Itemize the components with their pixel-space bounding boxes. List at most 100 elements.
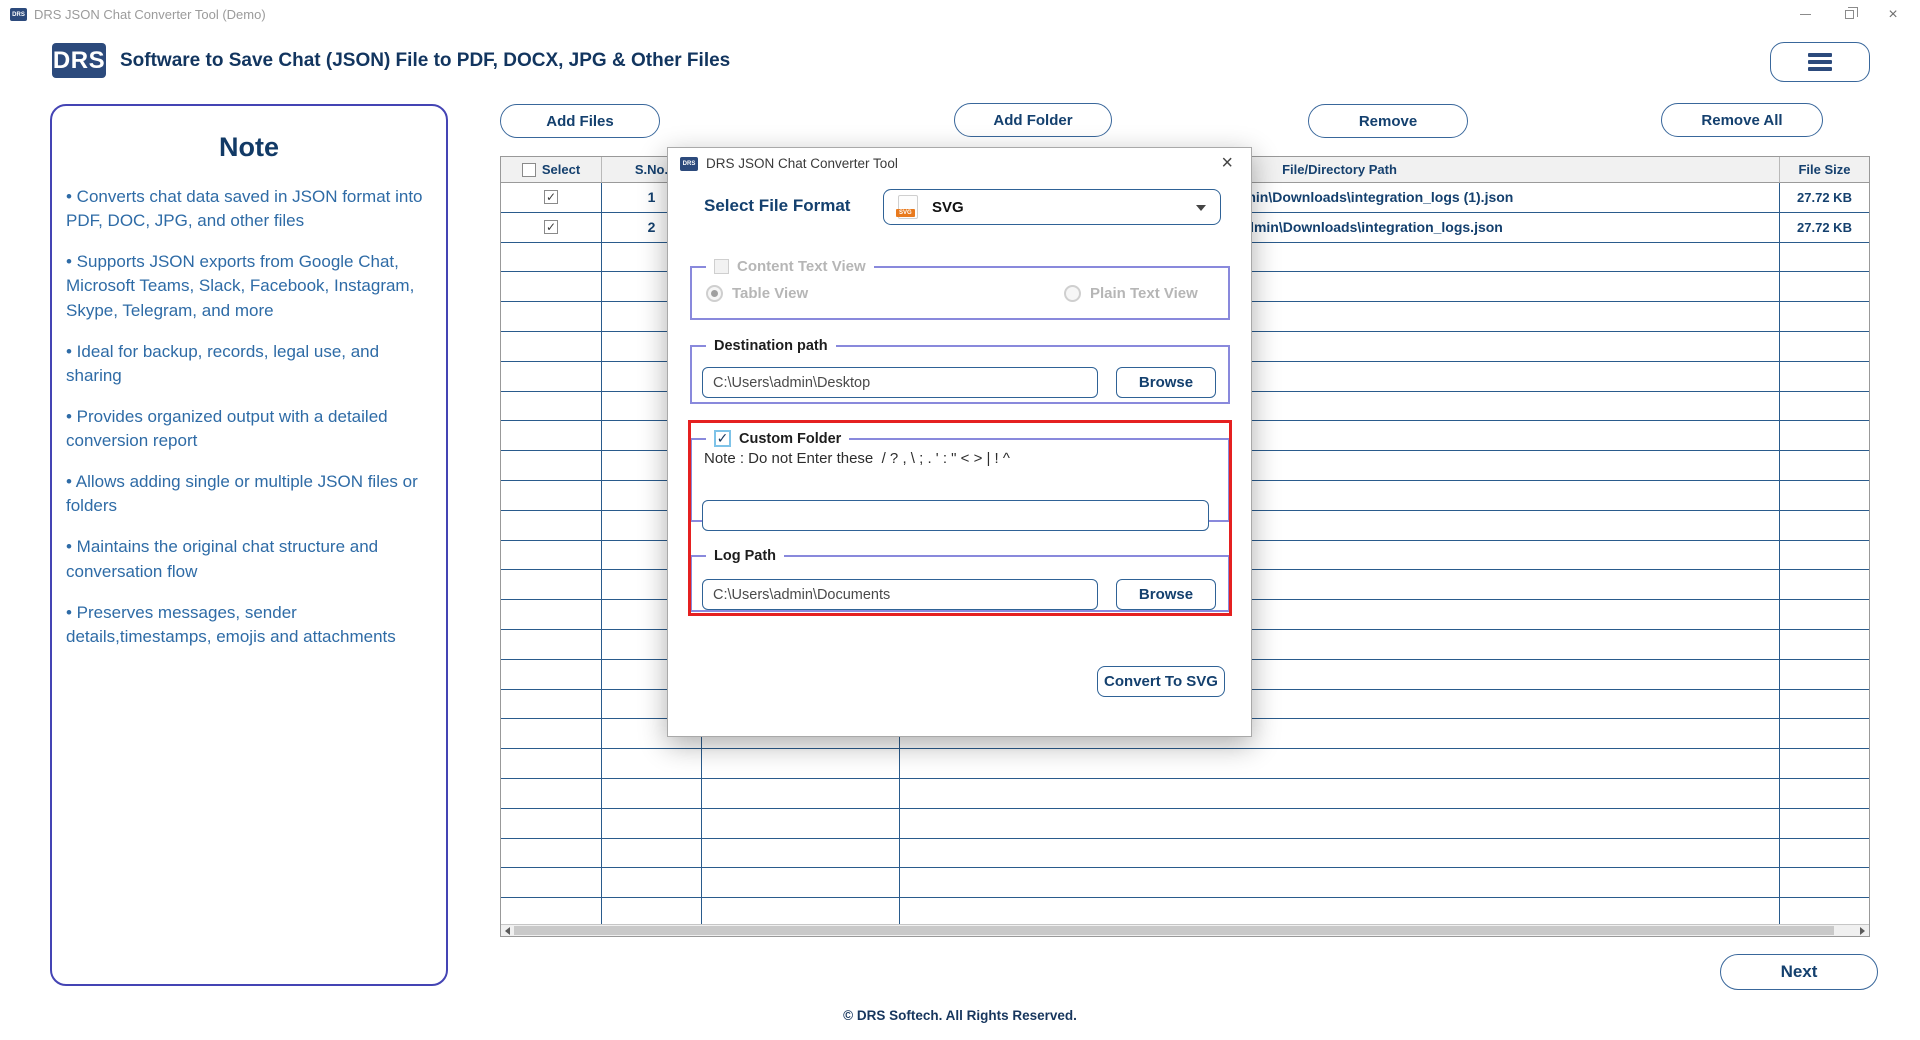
row-size bbox=[1780, 660, 1869, 690]
row-sno bbox=[602, 809, 702, 839]
row-size bbox=[1780, 719, 1869, 749]
close-icon: × bbox=[1888, 7, 1897, 23]
note-title: Note bbox=[66, 132, 432, 163]
note-item: • Converts chat data saved in JSON forma… bbox=[66, 185, 432, 233]
note-list: • Converts chat data saved in JSON forma… bbox=[66, 185, 432, 649]
log-path-input[interactable] bbox=[702, 579, 1098, 610]
destination-browse-button[interactable]: Browse bbox=[1116, 367, 1216, 398]
content-text-view-checkbox[interactable] bbox=[714, 259, 729, 274]
row-select-cell[interactable] bbox=[501, 272, 602, 302]
restore-button[interactable] bbox=[1828, 0, 1870, 29]
row-size bbox=[1780, 630, 1869, 660]
row-select-cell[interactable] bbox=[501, 749, 602, 779]
row-size bbox=[1780, 332, 1869, 362]
page-title: Software to Save Chat (JSON) File to PDF… bbox=[120, 50, 730, 72]
row-select-cell[interactable] bbox=[501, 332, 602, 362]
content-text-view-label: Content Text View bbox=[737, 258, 866, 275]
window-titlebar: DRS DRS JSON Chat Converter Tool (Demo) … bbox=[0, 0, 1920, 30]
table-row[interactable] bbox=[501, 749, 1869, 779]
dialog-close-button[interactable]: × bbox=[1215, 152, 1239, 175]
row-size bbox=[1780, 868, 1869, 898]
custom-folder-checkbox[interactable]: ✓ bbox=[714, 430, 731, 447]
remove-all-button[interactable]: Remove All bbox=[1661, 103, 1823, 137]
row-checkbox: ✓ bbox=[544, 190, 558, 204]
next-button[interactable]: Next bbox=[1720, 954, 1878, 990]
header-select: Select bbox=[501, 157, 602, 183]
note-item: • Provides organized output with a detai… bbox=[66, 405, 432, 453]
row-path bbox=[900, 898, 1780, 924]
row-select-cell[interactable] bbox=[501, 690, 602, 720]
row-select-cell[interactable] bbox=[501, 421, 602, 451]
row-select-cell[interactable] bbox=[501, 362, 602, 392]
row-select-cell[interactable] bbox=[501, 570, 602, 600]
table-row[interactable] bbox=[501, 779, 1869, 809]
table-row[interactable] bbox=[501, 868, 1869, 898]
row-select-cell[interactable] bbox=[501, 839, 602, 869]
row-select-cell[interactable] bbox=[501, 541, 602, 571]
table-view-radio[interactable]: Table View bbox=[706, 285, 808, 302]
file-format-dropdown[interactable]: SVG bbox=[883, 189, 1221, 225]
select-file-format-label: Select File Format bbox=[704, 196, 850, 216]
row-sno bbox=[602, 779, 702, 809]
horizontal-scrollbar[interactable] bbox=[501, 924, 1869, 936]
close-window-button[interactable]: × bbox=[1872, 0, 1914, 29]
row-select-cell[interactable]: ✓ bbox=[501, 213, 602, 243]
row-select-cell[interactable] bbox=[501, 600, 602, 630]
plain-text-view-radio[interactable]: Plain Text View bbox=[1064, 285, 1198, 302]
note-item: • Preserves messages, sender details,tim… bbox=[66, 601, 432, 649]
table-row[interactable] bbox=[501, 839, 1869, 869]
row-select-cell[interactable] bbox=[501, 898, 602, 924]
row-select-cell[interactable] bbox=[501, 868, 602, 898]
row-hidden-cell bbox=[702, 779, 900, 809]
header-size: File Size bbox=[1780, 157, 1869, 183]
row-size: 27.72 KB bbox=[1780, 213, 1869, 243]
row-select-cell[interactable] bbox=[501, 392, 602, 422]
select-all-checkbox[interactable] bbox=[522, 163, 536, 177]
row-select-cell[interactable] bbox=[501, 719, 602, 749]
row-size bbox=[1780, 690, 1869, 720]
note-item: • Allows adding single or multiple JSON … bbox=[66, 470, 432, 518]
hamburger-menu-button[interactable] bbox=[1770, 42, 1870, 82]
row-select-cell[interactable] bbox=[501, 779, 602, 809]
scroll-left-arrow-icon[interactable] bbox=[501, 925, 514, 936]
dialog-app-icon: DRS bbox=[680, 157, 698, 171]
row-select-cell[interactable] bbox=[501, 451, 602, 481]
row-checkbox: ✓ bbox=[544, 220, 558, 234]
dialog-title: DRS JSON Chat Converter Tool bbox=[706, 156, 898, 171]
convert-button[interactable]: Convert To SVG bbox=[1097, 666, 1225, 697]
add-folder-button[interactable]: Add Folder bbox=[954, 103, 1112, 137]
row-select-cell[interactable] bbox=[501, 809, 602, 839]
scrollbar-thumb[interactable] bbox=[514, 926, 1834, 935]
converter-dialog: DRS DRS JSON Chat Converter Tool × Selec… bbox=[667, 147, 1252, 737]
row-size bbox=[1780, 600, 1869, 630]
custom-folder-group: ✓ Custom Folder Note : Do not Enter thes… bbox=[690, 430, 1230, 522]
row-size bbox=[1780, 481, 1869, 511]
custom-folder-label: Custom Folder bbox=[739, 431, 841, 447]
row-select-cell[interactable]: ✓ bbox=[501, 183, 602, 213]
file-format-value: SVG bbox=[932, 199, 964, 216]
row-hidden-cell bbox=[702, 868, 900, 898]
row-hidden-cell bbox=[702, 749, 900, 779]
row-select-cell[interactable] bbox=[501, 481, 602, 511]
row-select-cell[interactable] bbox=[501, 243, 602, 273]
row-path bbox=[900, 868, 1780, 898]
row-hidden-cell bbox=[702, 898, 900, 924]
scroll-right-arrow-icon[interactable] bbox=[1856, 925, 1869, 936]
destination-path-input[interactable] bbox=[702, 367, 1098, 398]
add-files-button[interactable]: Add Files bbox=[500, 104, 660, 138]
table-row[interactable] bbox=[501, 809, 1869, 839]
row-path bbox=[900, 779, 1780, 809]
table-row[interactable] bbox=[501, 898, 1869, 924]
row-select-cell[interactable] bbox=[501, 630, 602, 660]
note-panel: Note • Converts chat data saved in JSON … bbox=[50, 104, 448, 986]
check-icon: ✓ bbox=[717, 432, 729, 446]
log-path-browse-button[interactable]: Browse bbox=[1116, 579, 1216, 610]
row-size bbox=[1780, 570, 1869, 600]
row-path bbox=[900, 749, 1780, 779]
remove-button[interactable]: Remove bbox=[1308, 104, 1468, 138]
row-select-cell[interactable] bbox=[501, 302, 602, 332]
minimize-button[interactable] bbox=[1784, 0, 1826, 29]
row-select-cell[interactable] bbox=[501, 660, 602, 690]
row-select-cell[interactable] bbox=[501, 511, 602, 541]
custom-folder-input[interactable] bbox=[702, 500, 1209, 531]
